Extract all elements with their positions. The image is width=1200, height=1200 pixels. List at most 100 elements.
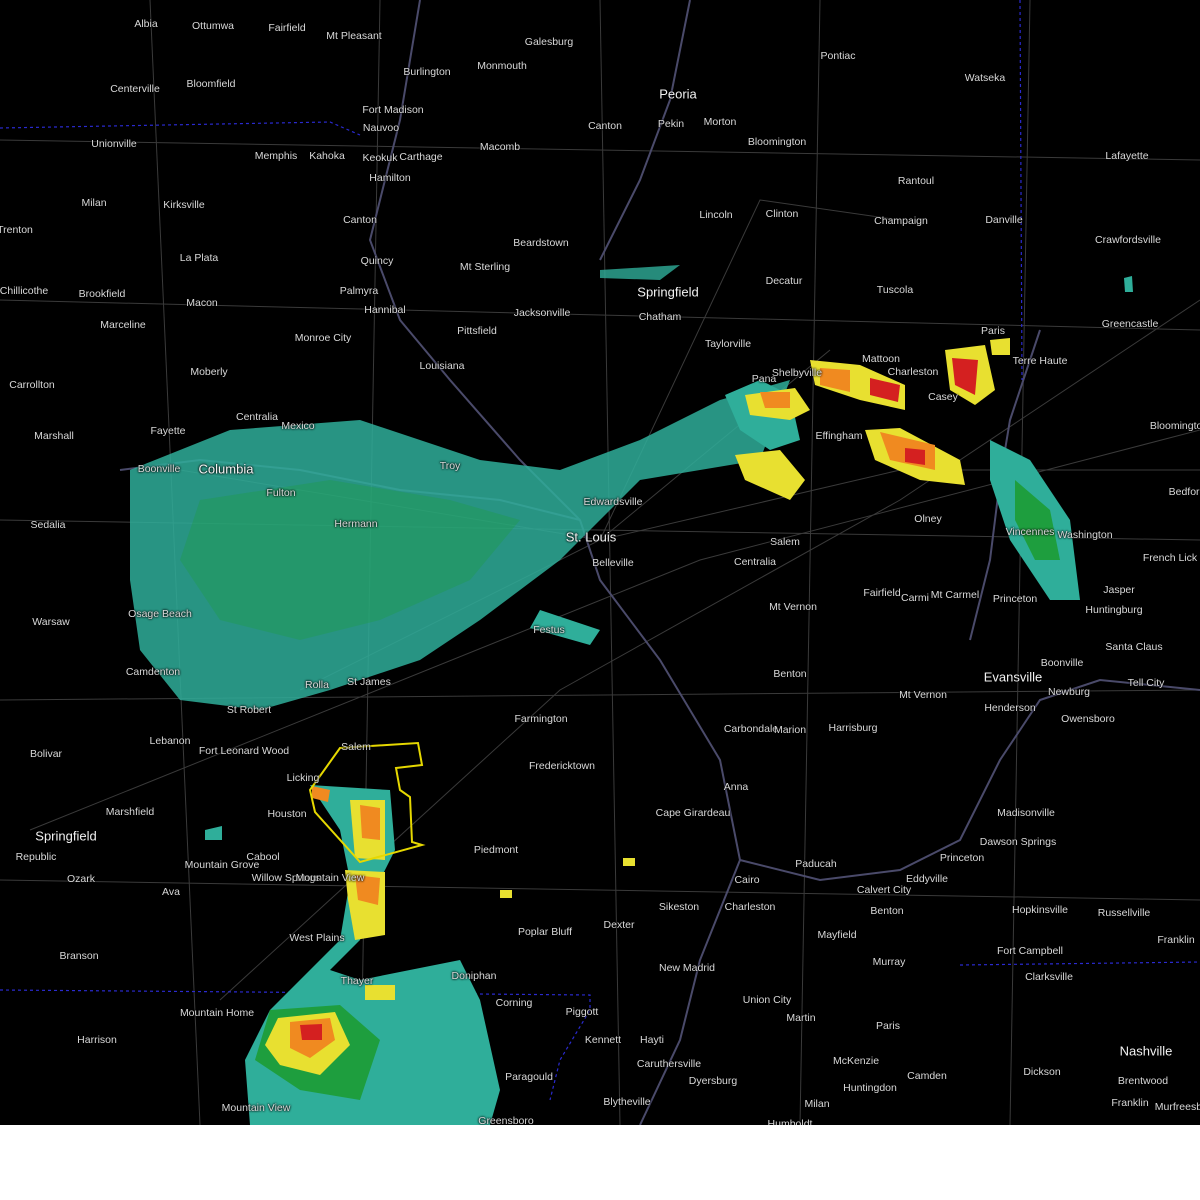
city-label: Camden [907,1070,947,1082]
city-label: Cape Girardeau [655,807,731,819]
city-label: Beardstown [513,237,569,249]
city-label: Poplar Bluff [517,926,573,938]
city-label: Louisiana [419,360,465,372]
city-label: Centralia [235,411,279,423]
city-label: Carbondale [723,723,779,735]
city-label: Piggott [565,1006,599,1018]
city-label: Carmi [901,592,929,604]
city-label: Ava [162,886,180,898]
city-label: Thayer [340,975,374,987]
city-label: Dawson Springs [979,836,1057,848]
city-label: Macomb [479,141,521,153]
city-label: Harrison [77,1034,117,1046]
footer-bar [0,1125,1200,1200]
city-label: Fairfield [268,22,306,34]
city-label: Macon [186,297,218,309]
city-label: Crawfordsville [1095,234,1161,246]
city-label: Princeton [992,593,1038,605]
city-label: Shelbyville [771,367,823,379]
city-label: Harrisburg [828,722,878,734]
city-label: Vincennes [1005,526,1055,538]
city-label: Anna [723,781,749,793]
city-label: Hamilton [369,172,411,184]
city-label: Dexter [603,919,635,931]
city-label: Hermann [334,518,378,530]
city-label: Keokuk [362,152,398,164]
city-label: Republic [15,851,57,863]
city-label: Caruthersville [636,1058,702,1070]
city-label: Huntingburg [1085,604,1143,616]
city-label: Effingham [815,430,863,442]
city-label: Columbia [198,461,254,477]
city-label: Mattoon [862,353,900,365]
city-label: Mt Pleasant [326,30,382,42]
city-label: Belleville [592,557,634,569]
city-label: Springfield [35,828,97,844]
city-label: Canton [343,214,377,226]
city-label: Huntingdon [843,1082,897,1094]
city-label: New Madrid [658,962,716,974]
city-label: Brentwood [1117,1075,1169,1087]
city-label: Bolivar [29,748,63,760]
city-label: Watseka [964,72,1006,84]
city-label: Boonville [137,463,181,475]
city-label: Charleston [724,901,776,913]
city-label: McKenzie [832,1055,880,1067]
city-label: Marshall [34,430,74,442]
city-label: Dickson [1023,1066,1061,1078]
city-label: Nashville [1119,1043,1173,1059]
city-label: Henderson [984,702,1036,714]
city-label: Paragould [505,1071,553,1083]
city-label: Peoria [659,86,697,102]
city-label: Mountain View [221,1102,291,1114]
city-label: Paris [876,1020,900,1032]
city-label: Troy [439,460,461,472]
city-label: Bedford [1168,486,1200,498]
city-label: Paris [981,325,1005,337]
city-label: Casey [928,391,958,403]
city-label: Tell City [1127,677,1165,689]
city-label: Fairfield [863,587,901,599]
city-label: St Robert [226,704,272,716]
city-label: Evansville [983,669,1043,685]
city-label: Fort Madison [362,104,424,116]
radar-map[interactable]: Albia Ottumwa Fairfield Mt Pleasant Galesbur… [0,0,1200,1125]
city-label: Humboldt [767,1118,813,1125]
city-label: Champaign [874,215,928,227]
city-label: Brookfield [78,288,126,300]
city-label: Greencastle [1101,318,1159,330]
city-label: Warsaw [32,616,70,628]
city-label: Chillicothe [0,285,49,297]
city-label: La Plata [179,252,219,264]
city-label: Carthage [399,151,443,163]
city-label: Pontiac [820,50,856,62]
city-label: Dyersburg [688,1075,738,1087]
city-label: Greensboro [478,1115,534,1125]
city-label: Centralia [733,556,777,568]
city-label: Licking [286,772,320,784]
city-label: Bloomington [1149,420,1200,432]
city-label: Centerville [110,83,160,95]
city-label: Monmouth [477,60,527,72]
city-label: Ozark [66,873,96,885]
city-label: Camdenton [125,666,181,678]
city-label: Mountain Home [179,1007,255,1019]
city-label: Springfield [637,284,699,300]
city-label: Festus [533,624,565,636]
city-label: Moberly [190,366,228,378]
city-label: Salem [341,741,371,753]
city-label: Marshfield [105,806,155,818]
city-label: Albia [134,18,158,30]
city-label: Danville [985,214,1023,226]
city-label: Mountain View [295,872,365,884]
city-label: Cairo [734,874,760,886]
city-label: Clinton [765,208,799,220]
city-label: Rolla [305,679,329,691]
city-label: St. Louis [565,529,617,545]
city-label: Fayette [150,425,186,437]
city-label: Memphis [254,150,298,162]
city-label: Terre Haute [1012,355,1068,367]
city-label: Hopkinsville [1011,904,1069,916]
city-label: Lebanon [149,735,191,747]
city-label: Salem [770,536,800,548]
